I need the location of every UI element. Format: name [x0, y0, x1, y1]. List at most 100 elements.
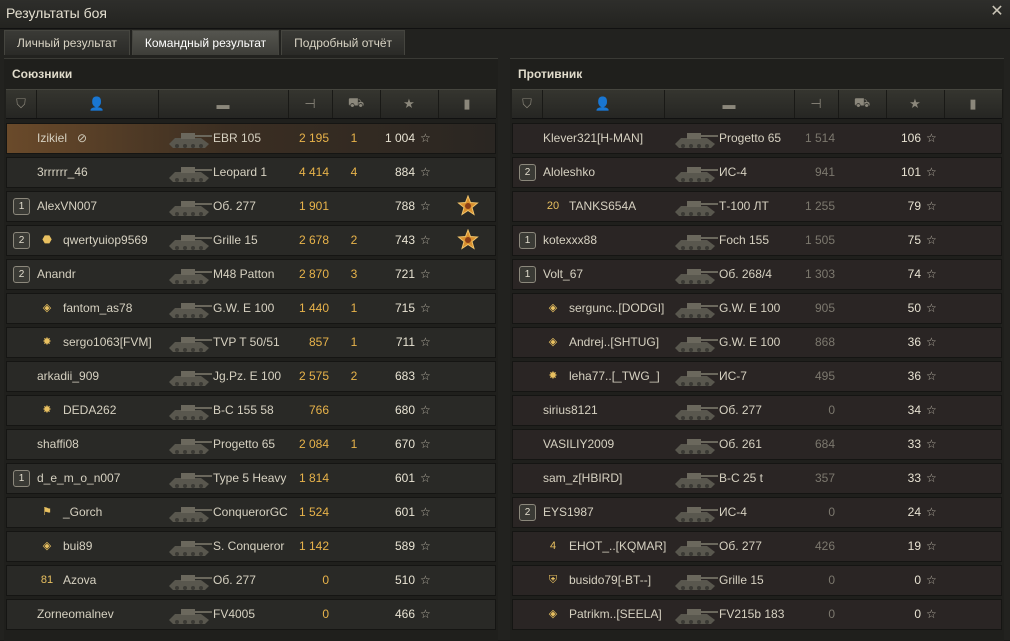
damage-value: 684 — [814, 437, 835, 451]
player-name: Zorneomalnev — [37, 607, 114, 621]
kills-value: 3 — [350, 267, 358, 281]
xp-value: 1 004 — [384, 131, 415, 145]
player-row[interactable]: sam_z[HBIRD] B-C 25 t 357 33 ☆ — [512, 463, 1002, 494]
kills-value: 1 — [350, 437, 358, 451]
xp-star-icon: ☆ — [420, 267, 431, 281]
damage-icon[interactable]: ⊣ — [794, 90, 839, 118]
xp-star-icon: ☆ — [926, 369, 937, 383]
xp-star-icon[interactable]: ★ — [886, 90, 945, 118]
player-name: Aloleshko — [543, 165, 596, 179]
damage-icon[interactable]: ⊣ — [288, 90, 333, 118]
tab-personal-result[interactable]: Личный результат — [4, 30, 130, 55]
kills-icon[interactable]: ⛟ — [838, 90, 887, 118]
player-row[interactable]: ◈ fantom_as78 G.W. E 100 1 440 1 715 ☆ — [6, 293, 496, 324]
vehicle-name: Progetto 65 — [213, 437, 276, 451]
player-row[interactable]: 4 ЕНОТ_..[KQMAR] Об. 277 426 19 ☆ — [512, 531, 1002, 562]
player-row[interactable]: ◈ Patrikm..[SEELA] FV215b 183 0 0 ☆ — [512, 599, 1002, 630]
player-row[interactable]: 81 Azova Об. 277 0 510 ☆ — [6, 565, 496, 596]
player-icon[interactable]: 👤 — [542, 90, 665, 118]
enemies-title: Противник — [518, 67, 583, 81]
player-name: kotexxx88 — [543, 233, 598, 247]
player-row[interactable]: 2 Aloleshko ИС-4 941 101 ☆ — [512, 157, 1002, 188]
order-medal-icon[interactable] — [457, 195, 479, 217]
platoon-icon[interactable]: ⛉ — [512, 90, 543, 118]
player-row[interactable]: 1 kotexxx88 Foch 155 1 505 75 ☆ — [512, 225, 1002, 256]
xp-value: 33 — [907, 471, 921, 485]
damage-value: 495 — [814, 369, 835, 383]
player-row[interactable]: ◈ sergunc..[DODGI] G.W. E 100 905 50 ☆ — [512, 293, 1002, 324]
xp-value: 0 — [914, 607, 921, 621]
tab-detailed-report[interactable]: Подробный отчёт — [281, 30, 406, 55]
medal-icon[interactable]: ▮ — [438, 90, 497, 118]
damage-value: 0 — [322, 573, 329, 587]
xp-star-icon[interactable]: ★ — [380, 90, 439, 118]
player-name: sam_z[HBIRD] — [543, 471, 623, 485]
xp-star-icon: ☆ — [420, 471, 431, 485]
vehicle-name: ИС-4 — [719, 505, 747, 519]
close-icon[interactable]: ✕ — [988, 3, 1006, 21]
xp-value: 711 — [395, 335, 415, 349]
player-row[interactable]: Zorneomalnev FV4005 0 466 ☆ — [6, 599, 496, 630]
tank-icon — [169, 303, 212, 318]
player-row[interactable]: ⛨ busido79[-BT--] Grille 15 0 0 ☆ — [512, 565, 1002, 596]
tank-icon — [169, 507, 212, 522]
damage-value: 2 575 — [298, 369, 329, 383]
player-name: fantom_as78 — [63, 301, 133, 315]
vehicle-name: S. Conqueror — [213, 539, 285, 553]
player-row[interactable]: Izikiel ⊘ EBR 105 2 195 1 1 004 ☆ — [6, 123, 496, 154]
xp-star-icon: ☆ — [420, 573, 431, 587]
player-row[interactable]: Klever321[H-MAN] Progetto 65 1 514 106 ☆ — [512, 123, 1002, 154]
tank-icon[interactable]: ▬ — [158, 90, 289, 118]
player-row[interactable]: 20 TANKS654A Т-100 ЛТ 1 255 79 ☆ — [512, 191, 1002, 222]
tab-team-result[interactable]: Командный результат — [131, 30, 280, 55]
player-row[interactable]: ✸ DEDA262 B-C 155 58 766 680 ☆ — [6, 395, 496, 426]
player-row[interactable]: ✸ sergo1063[FVM] TVP T 50/51 857 1 711 ☆ — [6, 327, 496, 358]
number-rank-icon: 81 — [40, 574, 54, 586]
player-row[interactable]: 2 ⬣ qwertyuiop9569 Grille 15 2 678 2 743 ☆ — [6, 225, 496, 256]
player-row[interactable]: 1 d_e_m_o_n007 Type 5 Heavy 1 814 601 ☆ — [6, 463, 496, 494]
player-row[interactable]: VASILIY2009 Об. 261 684 33 ☆ — [512, 429, 1002, 460]
order-medal-icon[interactable] — [457, 229, 479, 251]
player-name: 3rrrrrr_46 — [37, 165, 88, 179]
tank-icon — [169, 201, 212, 216]
vehicle-name: Grille 15 — [719, 573, 764, 587]
player-icon[interactable]: 👤 — [36, 90, 159, 118]
damage-value: 2 678 — [298, 233, 329, 247]
damage-value: 0 — [828, 505, 835, 519]
player-row[interactable]: ✸ leha77..[_TWG_] ИС-7 495 36 ☆ — [512, 361, 1002, 392]
player-row[interactable]: 1 Volt_67 Об. 268/4 1 303 74 ☆ — [512, 259, 1002, 290]
damage-value: 426 — [814, 539, 835, 553]
player-row[interactable]: ⚑ _Gorch ConquerorGC 1 524 601 ☆ — [6, 497, 496, 528]
player-row[interactable]: ◈ Andrej..[SHTUG] G.W. E 100 868 36 ☆ — [512, 327, 1002, 358]
damage-value: 0 — [828, 607, 835, 621]
player-row[interactable]: 2 EYS1987 ИС-4 0 24 ☆ — [512, 497, 1002, 528]
player-name: ЕНОТ_..[KQMAR] — [569, 539, 667, 553]
xp-star-icon: ☆ — [926, 267, 937, 281]
kills-icon[interactable]: ⛟ — [332, 90, 381, 118]
medal-icon[interactable]: ▮ — [944, 90, 1003, 118]
player-row[interactable]: arkadii_909 Jg.Pz. E 100 2 575 2 683 ☆ — [6, 361, 496, 392]
vehicle-name: G.W. E 100 — [719, 301, 781, 315]
tank-icon[interactable]: ▬ — [664, 90, 795, 118]
vehicle-name: TVP T 50/51 — [213, 335, 280, 349]
damage-value: 1 505 — [804, 233, 835, 247]
player-row[interactable]: 2 Anandr M48 Patton 2 870 3 721 ☆ — [6, 259, 496, 290]
player-row[interactable]: sirius8121 Об. 277 0 34 ☆ — [512, 395, 1002, 426]
platoon-icon[interactable]: ⛉ — [6, 90, 37, 118]
xp-value: 601 — [394, 505, 415, 519]
player-name: busido79[-BT--] — [569, 573, 652, 587]
damage-value: 868 — [814, 335, 835, 349]
player-row[interactable]: shaffi08 Progetto 65 2 084 1 670 ☆ — [6, 429, 496, 460]
xp-value: 510 — [394, 573, 415, 587]
xp-star-icon: ☆ — [926, 471, 937, 485]
vehicle-name: ConquerorGC — [213, 505, 288, 519]
platoon-icon: 1 — [13, 470, 30, 487]
player-row[interactable]: 1 AlexVN007 Об. 277 1 901 788 ☆ — [6, 191, 496, 222]
player-row[interactable]: 3rrrrrr_46 Leopard 1 4 414 4 884 ☆ — [6, 157, 496, 188]
tank-icon — [169, 371, 212, 386]
xp-star-icon: ☆ — [420, 607, 431, 621]
xp-star-icon: ☆ — [420, 403, 431, 417]
player-row[interactable]: ◈ bui89 S. Conqueror 1 142 589 ☆ — [6, 531, 496, 562]
xp-star-icon: ☆ — [926, 539, 937, 553]
tank-icon — [675, 439, 718, 454]
